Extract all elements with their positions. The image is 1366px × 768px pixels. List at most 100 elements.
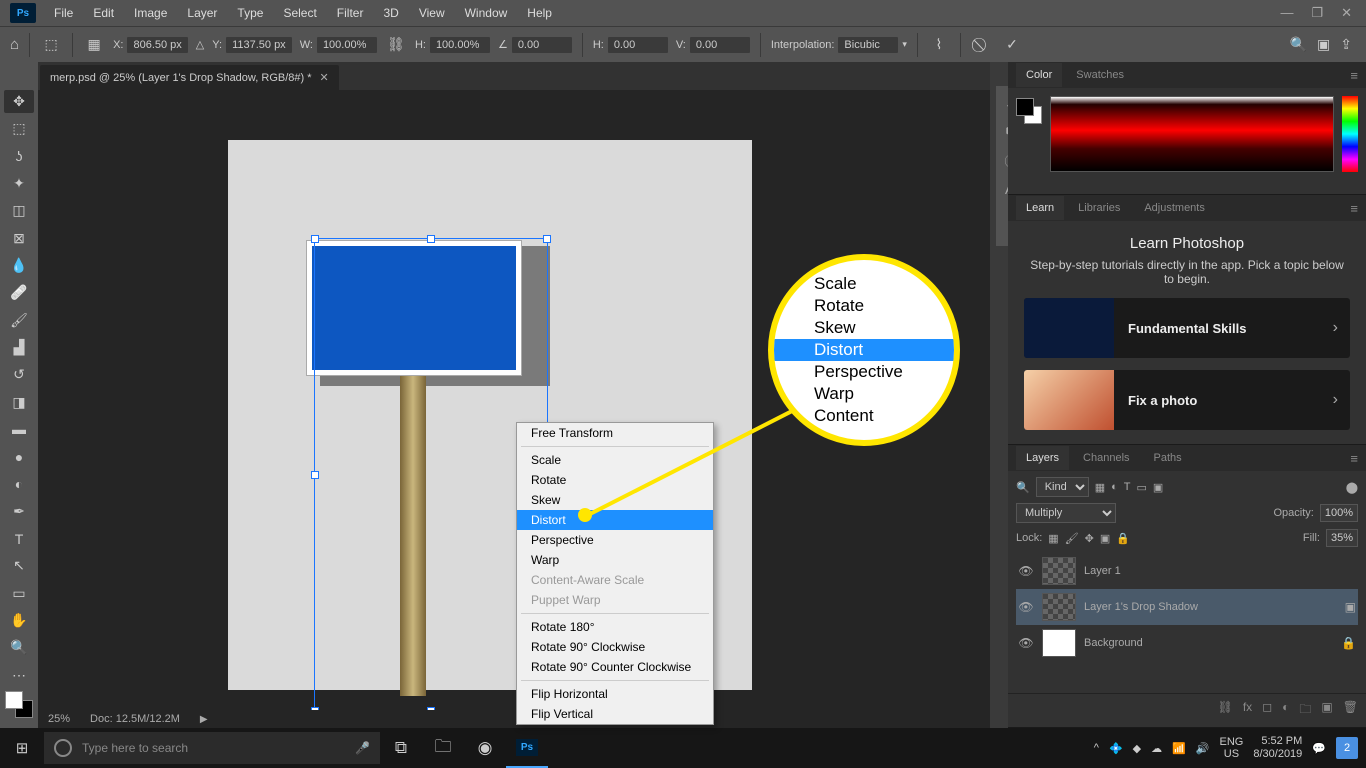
start-button[interactable]: ⊞ [0, 739, 44, 757]
learn-card-fix-a-photo[interactable]: Fix a photo › [1024, 370, 1350, 430]
rectangle-tool[interactable]: ▭ [4, 582, 34, 605]
transform-mode-icon[interactable]: ⬚ [40, 34, 62, 56]
lock-artboard-icon[interactable]: ▣ [1100, 532, 1110, 545]
tray-notification-count[interactable]: 2 [1336, 737, 1358, 759]
cm-warp[interactable]: Warp [517, 550, 713, 570]
visibility-toggle-icon[interactable]: 👁 [1018, 600, 1034, 614]
tray-chevron-icon[interactable]: ^ [1094, 742, 1099, 754]
edit-toolbar[interactable]: ⋯ [4, 664, 34, 687]
layer-name[interactable]: Layer 1's Drop Shadow [1084, 601, 1198, 613]
skew-v-value[interactable]: 0.00 [690, 37, 750, 53]
layer-item[interactable]: 👁 Layer 1 [1016, 553, 1358, 589]
layer-name[interactable]: Background [1084, 637, 1143, 649]
menu-3d[interactable]: 3D [373, 6, 408, 20]
brush-tool[interactable]: 🖌 [4, 309, 34, 332]
healing-brush-tool[interactable]: 🩹 [4, 281, 34, 304]
handle-top-right[interactable] [543, 235, 551, 243]
task-view-icon[interactable]: ⧉ [380, 728, 422, 768]
hand-tool[interactable]: ✋ [4, 609, 34, 632]
dodge-tool[interactable]: ◐ [4, 472, 34, 495]
blur-tool[interactable]: ● [4, 445, 34, 468]
gradient-tool[interactable]: ▬ [4, 418, 34, 441]
x-value[interactable]: 806.50 px [127, 37, 187, 53]
opacity-value[interactable]: 100% [1320, 504, 1358, 522]
taskbar-search[interactable]: Type here to search 🎤 [44, 732, 380, 764]
layer-thumbnail[interactable] [1042, 557, 1076, 585]
close-tab-icon[interactable]: ✕ [320, 71, 329, 84]
tray-cc-icon[interactable]: 💠 [1109, 742, 1123, 755]
angle-value[interactable]: 0.00 [512, 37, 572, 53]
menu-image[interactable]: Image [124, 6, 177, 20]
filter-type-icon[interactable]: T [1124, 481, 1131, 493]
tray-dropbox-icon[interactable]: ◆ [1133, 742, 1141, 755]
menu-layer[interactable]: Layer [177, 6, 227, 20]
file-explorer-icon[interactable]: 🗀 [422, 728, 464, 768]
cm-rotate[interactable]: Rotate [517, 470, 713, 490]
fill-value[interactable]: 35% [1326, 529, 1358, 547]
link-layers-icon[interactable]: ⛓ [1218, 700, 1233, 721]
tab-paths[interactable]: Paths [1144, 446, 1192, 470]
tab-layers[interactable]: Layers [1016, 446, 1069, 470]
tray-network-icon[interactable]: 📶 [1172, 742, 1186, 755]
y-value[interactable]: 1137.50 px [226, 37, 292, 53]
magic-wand-tool[interactable]: ✦ [4, 172, 34, 195]
tab-learn[interactable]: Learn [1016, 196, 1064, 220]
visibility-toggle-icon[interactable]: 👁 [1018, 636, 1034, 650]
menu-type[interactable]: Type [227, 6, 273, 20]
panel-menu-icon[interactable]: ≡ [1350, 451, 1366, 466]
document-tab[interactable]: merp.psd @ 25% (Layer 1's Drop Shadow, R… [40, 65, 339, 90]
h-value[interactable]: 100.00% [430, 37, 490, 53]
window-close[interactable]: ✕ [1341, 5, 1352, 21]
menu-help[interactable]: Help [517, 6, 562, 20]
tray-action-center-icon[interactable]: 💬 [1312, 742, 1326, 755]
layer-name[interactable]: Layer 1 [1084, 565, 1121, 577]
layer-options-icon[interactable]: ▣ [1345, 600, 1356, 614]
tab-libraries[interactable]: Libraries [1068, 196, 1130, 220]
cm-perspective[interactable]: Perspective [517, 530, 713, 550]
lock-position-icon[interactable]: ✥ [1085, 532, 1094, 545]
zoom-tool[interactable]: 🔍 [4, 636, 34, 659]
menu-file[interactable]: File [44, 6, 83, 20]
path-select-tool[interactable]: ↖ [4, 554, 34, 577]
tray-volume-icon[interactable]: 🔊 [1196, 742, 1210, 755]
tray-clock[interactable]: 5:52 PM 8/30/2019 [1253, 735, 1302, 761]
handle-top-left[interactable] [311, 235, 319, 243]
move-tool[interactable]: ✥ [4, 90, 34, 113]
layer-style-icon[interactable]: fx [1243, 700, 1252, 721]
search-icon[interactable]: 🔍 [1290, 36, 1307, 53]
share-icon[interactable]: ⇪ [1340, 36, 1352, 53]
cm-flip-horizontal[interactable]: Flip Horizontal [517, 684, 713, 704]
cortana-icon[interactable] [54, 739, 72, 757]
cancel-transform-icon[interactable]: ⃠ [971, 34, 993, 56]
cm-rotate-180[interactable]: Rotate 180° [517, 617, 713, 637]
filter-shape-icon[interactable]: ▭ [1137, 481, 1147, 494]
link-icon[interactable]: ⛓ [385, 34, 407, 56]
history-brush-tool[interactable]: ↺ [4, 363, 34, 386]
eyedropper-tool[interactable]: 💧 [4, 254, 34, 277]
panel-menu-icon[interactable]: ≡ [1350, 68, 1366, 83]
layer-thumbnail[interactable] [1042, 629, 1076, 657]
tray-onedrive-icon[interactable]: ☁ [1151, 742, 1162, 755]
lock-pixels-icon[interactable]: 🖌 [1065, 532, 1079, 545]
delete-layer-icon[interactable]: 🗑 [1343, 700, 1358, 721]
cm-flip-vertical[interactable]: Flip Vertical [517, 704, 713, 724]
cm-distort[interactable]: Distort [517, 510, 713, 530]
reference-point-icon[interactable]: ▦ [83, 34, 105, 56]
filter-toggle[interactable]: ⬤ [1346, 481, 1358, 494]
menu-select[interactable]: Select [273, 6, 326, 20]
filter-adjust-icon[interactable]: ◐ [1111, 481, 1118, 493]
chrome-icon[interactable]: ◉ [464, 728, 506, 768]
home-icon[interactable]: ⌂ [10, 36, 19, 53]
warp-icon[interactable]: ⌇ [928, 34, 950, 56]
tab-adjustments[interactable]: Adjustments [1134, 196, 1215, 220]
doc-size[interactable]: Doc: 12.5M/12.2M [90, 713, 180, 725]
color-ramp[interactable] [1050, 96, 1334, 172]
window-restore[interactable]: ❐ [1311, 5, 1323, 21]
cm-rotate-90-ccw[interactable]: Rotate 90° Counter Clockwise [517, 657, 713, 677]
tab-swatches[interactable]: Swatches [1066, 63, 1134, 87]
w-value[interactable]: 100.00% [317, 37, 377, 53]
lasso-tool[interactable]: ʖ [4, 145, 34, 168]
handle-mid-left[interactable] [311, 471, 319, 479]
zoom-level[interactable]: 25% [48, 713, 70, 725]
blend-mode-select[interactable]: Multiply [1016, 503, 1116, 523]
